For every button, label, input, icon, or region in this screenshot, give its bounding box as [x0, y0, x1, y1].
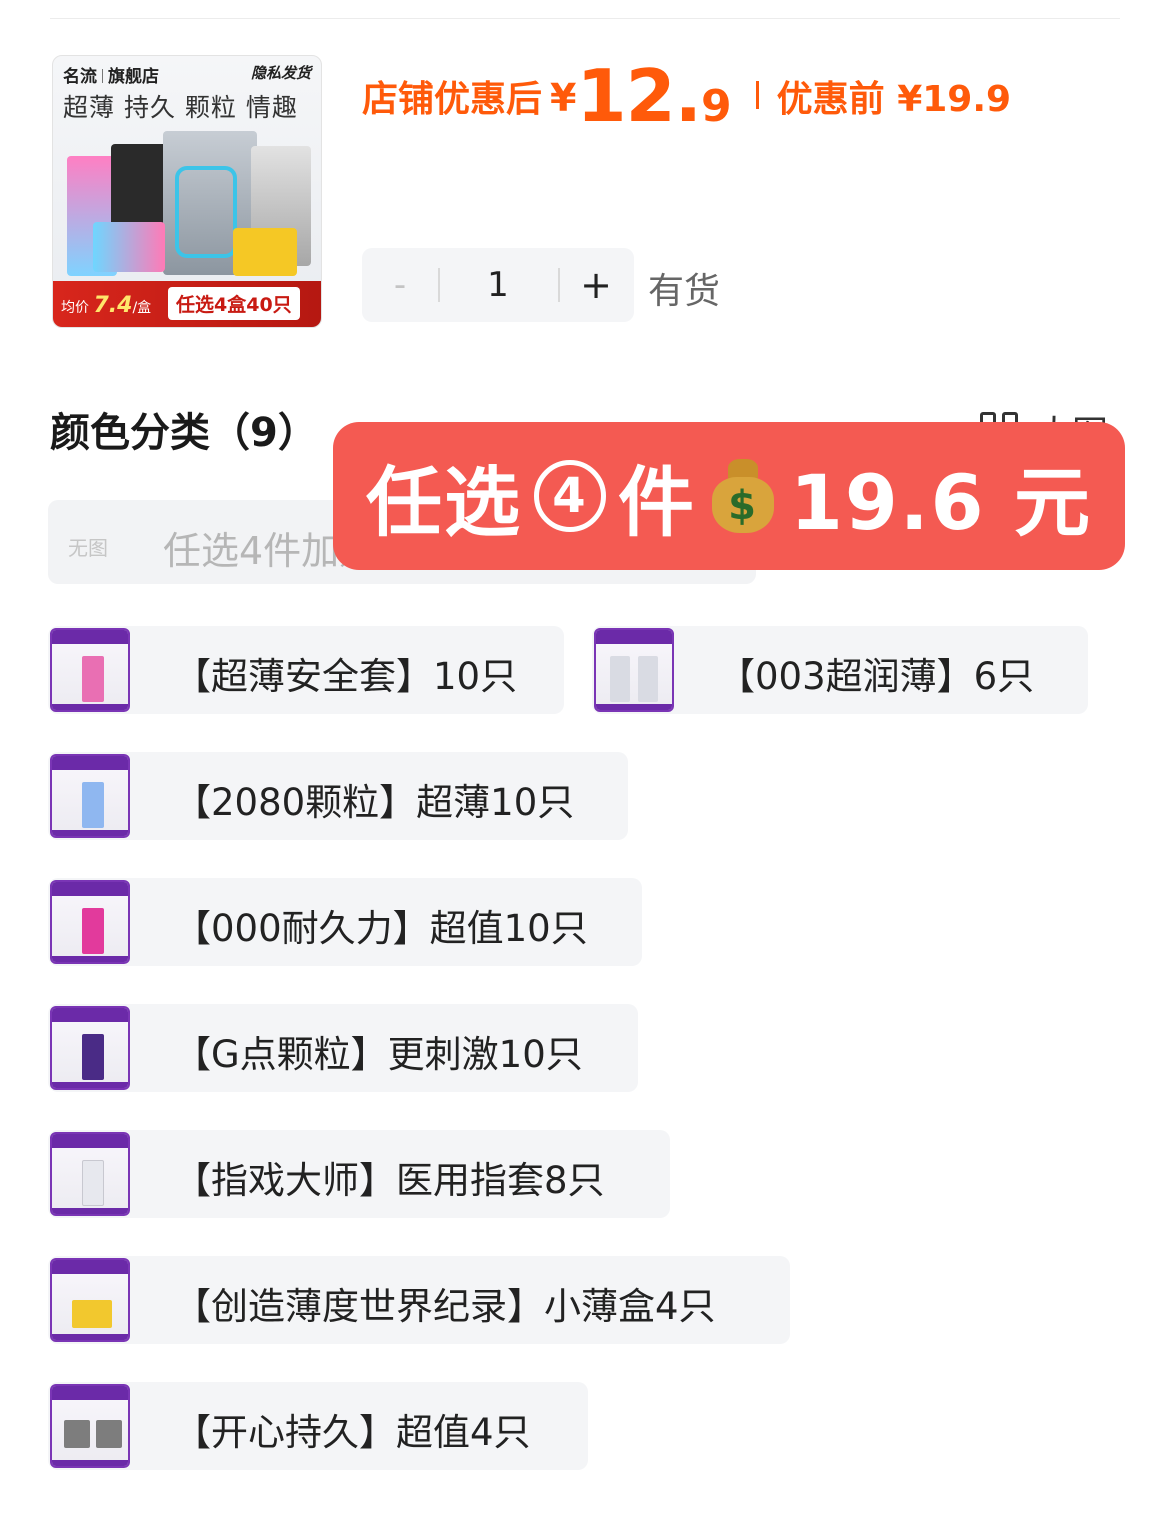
option-item[interactable]: 【000耐久力】超值10只: [48, 878, 642, 966]
option-label: 【G点颗粒】更刺激10只: [174, 1033, 583, 1076]
option-thumbnail: [594, 628, 674, 712]
pack-shape: [82, 782, 104, 828]
promo-price: 19.6 元: [790, 458, 1092, 547]
option-item[interactable]: 【003超润薄】6只: [592, 626, 1088, 714]
promo-text-1: 任选: [366, 458, 522, 547]
option-item[interactable]: 【指戏大师】医用指套8只: [48, 1130, 670, 1218]
quantity-stepper: - 1 +: [362, 248, 634, 322]
option-label: 【创造薄度世界纪录】小薄盒4只: [174, 1285, 716, 1328]
pack-shape: [64, 1420, 90, 1448]
option-thumbnail: [50, 1006, 130, 1090]
pack-shape: [82, 1160, 104, 1206]
pack-shape: [96, 1420, 122, 1448]
pack-shape: [82, 656, 104, 702]
option-label: 【开心持久】超值4只: [174, 1411, 531, 1454]
pack-shape: [610, 656, 630, 702]
increment-button[interactable]: +: [558, 248, 634, 322]
top-divider: [50, 18, 1120, 19]
currency-symbol: ¥: [550, 76, 577, 120]
thumbnail-brand: 名流 旗舰店: [63, 62, 159, 87]
product-box-cyan: [93, 222, 165, 272]
price-divider: [755, 81, 759, 109]
store-name: 旗舰店: [108, 67, 159, 87]
option-label: 【000耐久力】超值10只: [174, 907, 588, 950]
option-thumbnail: [50, 1384, 130, 1468]
pack-shape: [82, 1034, 104, 1080]
product-thumbnail[interactable]: 名流 旗舰店 隐私发货 超薄 持久 颗粒 情趣 均价 7.4/盒 任选4盒40只: [52, 55, 322, 328]
private-shipping-label: 隐私发货: [250, 64, 311, 82]
option-label: 【2080颗粒】超薄10只: [174, 781, 575, 824]
option-thumbnail: [50, 628, 130, 712]
category-title: 颜色分类（9）: [50, 410, 318, 456]
pack-shape: [72, 1300, 112, 1328]
option-item[interactable]: 【2080颗粒】超薄10只: [48, 752, 628, 840]
before-discount: 优惠前 ¥19.9: [776, 79, 1012, 120]
product-box-tiger: [175, 166, 237, 258]
after-discount-label: 店铺优惠后: [362, 79, 543, 120]
price-decimal: 9: [701, 81, 732, 132]
option-item[interactable]: 【创造薄度世界纪录】小薄盒4只: [48, 1256, 790, 1344]
option-item[interactable]: 【开心持久】超值4只: [48, 1382, 588, 1470]
thumbnail-promo: 任选4盒40只: [168, 287, 300, 320]
price-line: 店铺优惠后 ¥12.9 优惠前 ¥19.9: [362, 54, 1011, 138]
average-price: 均价 7.4/盒: [61, 293, 152, 318]
option-label: 【003超润薄】6只: [718, 655, 1035, 698]
option-thumbnail: [50, 1132, 130, 1216]
decrement-button[interactable]: -: [362, 248, 438, 322]
quantity-input[interactable]: 1: [438, 248, 558, 322]
pack-shape: [82, 908, 104, 954]
option-item[interactable]: 【超薄安全套】10只: [48, 626, 564, 714]
money-bag-icon: $: [708, 459, 778, 533]
option-label: 【超薄安全套】10只: [174, 655, 518, 698]
option-item[interactable]: 【G点颗粒】更刺激10只: [48, 1004, 638, 1092]
stock-status: 有货: [648, 271, 721, 312]
thumbnail-price-bar: 均价 7.4/盒 任选4盒40只: [53, 281, 321, 327]
option-thumbnail: [50, 1258, 130, 1342]
price-integer: 12.: [576, 54, 702, 138]
option-thumbnail: [50, 754, 130, 838]
brand-name: 名流: [63, 67, 97, 87]
promo-text-2: 件: [618, 458, 696, 547]
option-thumbnail: [50, 880, 130, 964]
option-label: 【指戏大师】医用指套8只: [174, 1159, 605, 1202]
product-box-yellow: [233, 228, 297, 276]
no-image-placeholder: 无图: [68, 536, 108, 560]
thumbnail-slogan: 超薄 持久 颗粒 情趣: [63, 93, 298, 122]
promo-banner: 任选 4 件 $ 19.6 元: [333, 422, 1125, 570]
circled-number: 4: [534, 460, 606, 532]
pack-shape: [638, 656, 658, 702]
